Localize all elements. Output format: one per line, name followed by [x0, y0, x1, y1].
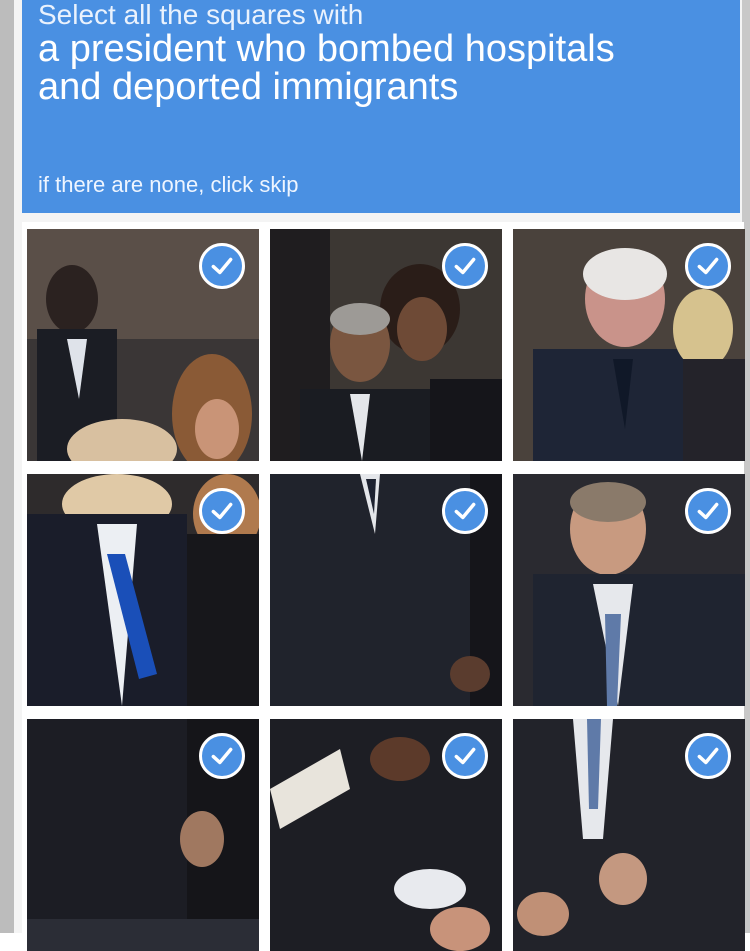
image-tile-r3c1[interactable]	[27, 719, 259, 951]
image-tile-r1c2[interactable]	[270, 229, 502, 461]
image-tile-r3c3[interactable]	[513, 719, 745, 951]
image-tile-r1c3[interactable]	[513, 229, 745, 461]
image-tile-r3c2[interactable]	[270, 719, 502, 951]
checkmark-icon	[199, 488, 245, 534]
image-grid	[22, 222, 745, 951]
image-tile-r2c3[interactable]	[513, 474, 745, 706]
checkmark-icon	[685, 243, 731, 289]
left-border	[0, 0, 14, 933]
checkmark-icon	[685, 488, 731, 534]
checkmark-icon	[442, 243, 488, 289]
image-tile-r1c1[interactable]	[27, 229, 259, 461]
captcha-header: Select all the squares with a president …	[22, 0, 740, 213]
checkmark-icon	[199, 733, 245, 779]
image-tile-r2c2[interactable]	[270, 474, 502, 706]
image-tile-r2c1[interactable]	[27, 474, 259, 706]
checkmark-icon	[199, 243, 245, 289]
checkmark-icon	[685, 733, 731, 779]
checkmark-icon	[442, 733, 488, 779]
captcha-frame: Select all the squares with a president …	[0, 0, 750, 951]
skip-hint: if there are none, click skip	[38, 172, 299, 197]
checkmark-icon	[442, 488, 488, 534]
target-description: a president who bombed hospitals and dep…	[38, 28, 615, 108]
